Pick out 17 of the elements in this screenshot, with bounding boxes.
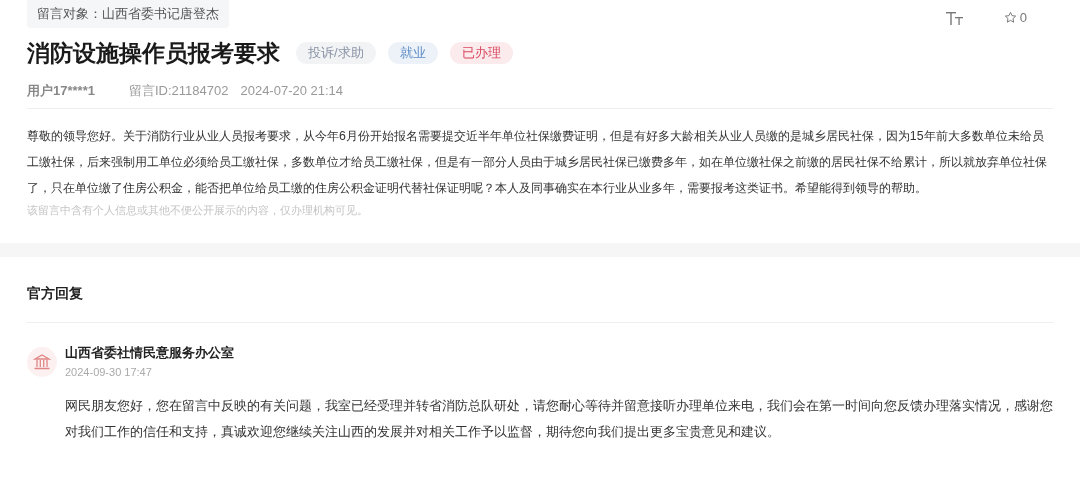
category-tag: 投诉/求助 [296, 42, 376, 65]
message-time: 2024-07-20 21:14 [240, 81, 344, 100]
message-title: 消防设施操作员报考要求 [27, 39, 280, 68]
user-name: 用户17****1 [27, 81, 95, 100]
message-id: 留言ID:21184702 [128, 81, 229, 100]
font-size-icon[interactable] [945, 10, 964, 25]
star-icon [1003, 11, 1017, 25]
reply-author: 山西省委社情民意服务办公室 [65, 343, 234, 362]
section-heading: 官方回复 [27, 282, 1053, 323]
reply-text: 网民朋友您好，您在留言中反映的有关问题，我室已经受理并转省消防总队研处，请您耐心等待并留意接听办理单位来电，我们会在第一时间向您反馈办理落实情况，感谢您对我们工作的信任和支持，真诚欢迎您继续关注山西的发展并对相关工作予以监督，期待您向我们提出更多宝贵意见和建议。 [65, 397, 1053, 441]
recipient-label: 留言对象：山西省委书记唐登杰 [27, 0, 229, 28]
favorite-button[interactable]: 0 [1003, 8, 1027, 28]
reply-time: 2024-09-30 17:47 [65, 365, 153, 381]
building-icon [33, 352, 51, 371]
category-tag: 已办理 [449, 42, 513, 65]
message-body: 尊敬的领导您好。关于消防行业从业人员报考要求，从今年6月份开始报名需要提交近半年单位社保缴费证明，但是有好多大龄相关从业人员缴的是城乡居民社保，因为15年前大多数单位未给员工缴社保，后来强制用工单位必须给员工缴社保，多数单位才给员工缴社保，但是有一部分人员由于城乡居民社保已缴费多年，如在单位缴社保之前缴的居民社保不给累计，所以就放弃单位社保了，只在单位缴了住房公积金，能否把单位给员工缴的住房公积金证明代替社保证明呢？本人及同事确实在本行业从业多年，需要报考这类证书。希望能得到领导的帮助。 [27, 128, 1048, 197]
category-tag: 就业 [387, 42, 438, 65]
